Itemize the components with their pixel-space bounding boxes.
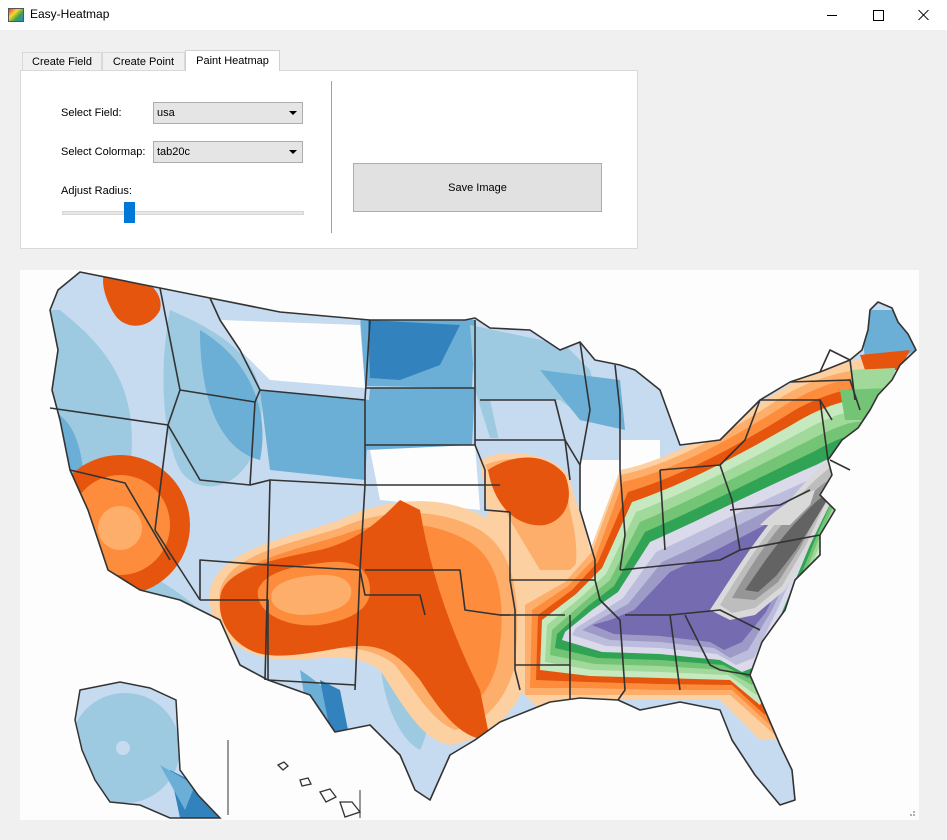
app-icon: [8, 8, 24, 22]
radius-slider-track[interactable]: [62, 211, 304, 215]
maximize-icon: [872, 9, 884, 21]
minimize-button[interactable]: [809, 0, 855, 30]
heatmap-canvas[interactable]: [20, 270, 919, 820]
select-colormap-label: Select Colormap:: [61, 146, 146, 158]
title-bar: Easy-Heatmap: [0, 0, 947, 30]
alaska-heat: [75, 682, 220, 818]
close-button[interactable]: [901, 0, 947, 30]
tab-create-field[interactable]: Create Field: [22, 52, 102, 70]
field-select-value: usa: [157, 107, 175, 119]
california-hotspot: [50, 455, 190, 595]
adjust-radius-label: Adjust Radius:: [61, 185, 132, 197]
chevron-down-icon: [289, 150, 297, 154]
window-title: Easy-Heatmap: [30, 7, 110, 21]
panel-divider: [331, 81, 332, 233]
save-image-button[interactable]: Save Image: [353, 163, 602, 212]
tab-paint-heatmap[interactable]: Paint Heatmap: [185, 50, 280, 71]
paint-heatmap-panel: Select Field: usa Select Colormap: tab20…: [20, 70, 638, 249]
tab-create-point[interactable]: Create Point: [102, 52, 185, 70]
colormap-select-value: tab20c: [157, 146, 191, 158]
close-icon: [918, 9, 930, 21]
minimize-icon: [827, 14, 837, 16]
colormap-select[interactable]: tab20c: [153, 141, 303, 163]
usa-heatmap-image: [49, 271, 917, 819]
select-field-label: Select Field:: [61, 107, 122, 119]
chevron-down-icon: [289, 111, 297, 115]
maximize-button[interactable]: [855, 0, 901, 30]
radius-slider-handle[interactable]: [124, 202, 135, 223]
field-select[interactable]: usa: [153, 102, 303, 124]
resize-grip-icon[interactable]: [906, 807, 916, 817]
